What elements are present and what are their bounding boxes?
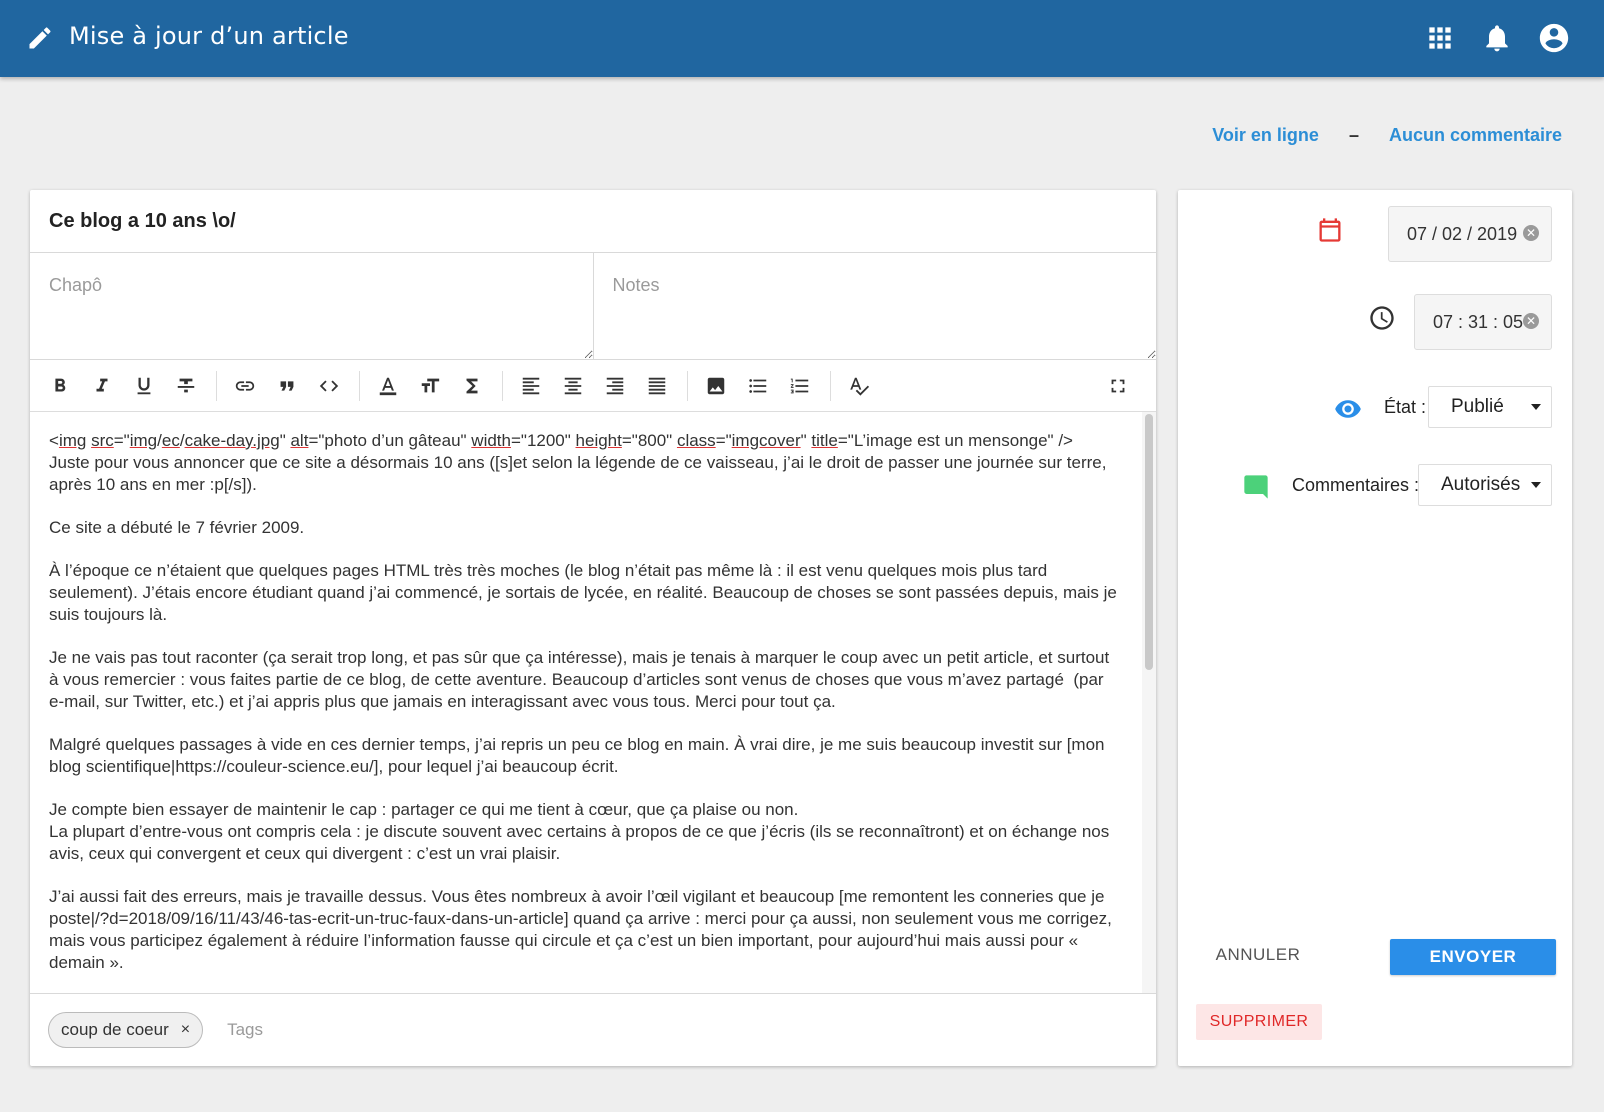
toolbar-separator xyxy=(687,370,688,401)
top-links: Voir en ligne – Aucun commentaire xyxy=(1212,125,1562,146)
comments-link[interactable]: Aucun commentaire xyxy=(1389,125,1562,146)
view-online-link[interactable]: Voir en ligne xyxy=(1212,125,1319,146)
quote-icon xyxy=(280,380,294,391)
text-size-icon xyxy=(421,378,440,392)
italic-button[interactable] xyxy=(84,368,120,404)
strikethrough-button[interactable] xyxy=(168,368,204,404)
publish-panel: 07 / 02 / 2019 ✕ 07 : 31 : 05 ✕ État : P… xyxy=(1178,190,1572,1066)
align-left-icon xyxy=(522,377,540,394)
clear-time-icon[interactable]: ✕ xyxy=(1523,313,1539,329)
font-color-button[interactable] xyxy=(370,368,406,404)
image-icon xyxy=(707,377,725,394)
align-center-icon xyxy=(564,377,582,394)
bold-button[interactable] xyxy=(42,368,78,404)
underline-button[interactable] xyxy=(126,368,162,404)
editor-paragraph: Je compte bien essayer de maintenir le c… xyxy=(49,800,1110,863)
tags-input[interactable] xyxy=(227,1020,528,1040)
align-right-button[interactable] xyxy=(597,368,633,404)
account-circle-icon[interactable] xyxy=(1537,21,1571,55)
editor-paragraph: À l’époque ce n’étaient que quelques pag… xyxy=(49,561,1122,624)
clock-icon xyxy=(1370,306,1394,330)
tags-field: coup de coeur × xyxy=(30,994,1156,1066)
editor-paragraph: Malgré quelques passages à vide en ces d… xyxy=(49,735,1110,776)
delete-button[interactable]: SUPPRIMER xyxy=(1196,1004,1322,1040)
date-value: 07 / 02 / 2019 xyxy=(1407,223,1518,244)
pencil-icon xyxy=(29,27,51,49)
spellcheck-button[interactable] xyxy=(841,368,877,404)
eye-icon xyxy=(1335,400,1361,418)
align-center-button[interactable] xyxy=(555,368,591,404)
toolbar-separator xyxy=(216,370,217,401)
article-body-editor[interactable]: <img src="img/ec/cake-day.jpg" alt="phot… xyxy=(30,412,1156,994)
editor-paragraph: Juste pour vous annoncer que ce site a d… xyxy=(49,453,1112,494)
numbered-list-icon xyxy=(790,378,809,393)
spellcheck-icon xyxy=(850,377,870,396)
editor-paragraph: Ce site a débuté le 7 février 2009. xyxy=(49,518,305,537)
tag-chip: coup de coeur × xyxy=(48,1012,204,1048)
state-select-value: Publié xyxy=(1451,396,1504,417)
editor-content: <img src="img/ec/cake-day.jpg" alt="phot… xyxy=(49,430,1122,993)
link-button[interactable] xyxy=(227,368,263,404)
code-icon xyxy=(319,380,339,391)
numbered-list-button[interactable] xyxy=(782,368,818,404)
cancel-button[interactable]: ANNULER xyxy=(1198,937,1318,973)
meta-row xyxy=(30,253,1156,360)
strikethrough-icon xyxy=(177,378,195,392)
italic-icon xyxy=(96,378,108,391)
bell-icon[interactable] xyxy=(1481,22,1513,54)
bold-icon xyxy=(55,378,66,391)
fullscreen-button[interactable] xyxy=(1100,368,1136,404)
formatting-toolbar xyxy=(30,360,1156,412)
editor-paragraph: Je ne vais pas tout raconter (ça serait … xyxy=(49,648,1114,711)
chevron-down-icon xyxy=(1531,404,1541,410)
comment-icon xyxy=(1244,475,1268,499)
align-justify-button[interactable] xyxy=(639,368,675,404)
align-left-button[interactable] xyxy=(513,368,549,404)
sigma-button[interactable] xyxy=(454,368,490,404)
comments-select[interactable]: Autorisés xyxy=(1418,464,1552,506)
fullscreen-icon xyxy=(1111,379,1125,393)
comments-label: Commentaires : xyxy=(1292,475,1420,495)
tag-chip-label: coup de coeur xyxy=(61,1020,169,1039)
send-button[interactable]: ENVOYER xyxy=(1390,939,1556,975)
clear-date-icon[interactable]: ✕ xyxy=(1523,225,1539,241)
toolbar-separator xyxy=(502,370,503,401)
article-title-input[interactable] xyxy=(30,190,1156,253)
tag-remove-icon[interactable]: × xyxy=(181,1021,190,1039)
toolbar-separator xyxy=(830,370,831,401)
bullet-list-icon xyxy=(749,378,767,393)
quote-button[interactable] xyxy=(269,368,305,404)
link-icon xyxy=(235,380,255,391)
state-select[interactable]: Publié xyxy=(1428,386,1552,428)
calendar-icon xyxy=(1319,218,1341,242)
article-editor-card: <img src="img/ec/cake-day.jpg" alt="phot… xyxy=(30,190,1156,1066)
sigma-icon xyxy=(466,378,478,393)
toolbar-separator xyxy=(359,370,360,401)
text-size-button[interactable] xyxy=(412,368,448,404)
chevron-down-icon xyxy=(1531,482,1541,488)
apps-grid-icon[interactable] xyxy=(1424,22,1456,54)
underline-icon xyxy=(137,377,151,394)
time-field[interactable]: 07 : 31 : 05 ✕ xyxy=(1414,294,1552,350)
editor-scrollbar[interactable] xyxy=(1145,414,1153,670)
editor-paragraph: J’ai aussi fait des erreurs, mais je tra… xyxy=(49,887,1117,972)
font-color-icon xyxy=(379,377,397,395)
date-field[interactable]: 07 / 02 / 2019 ✕ xyxy=(1388,206,1552,262)
time-value: 07 : 31 : 05 xyxy=(1433,311,1524,332)
code-button[interactable] xyxy=(311,368,347,404)
state-label: État : xyxy=(1384,397,1427,417)
editor-line-img: <img src="img/ec/cake-day.jpg" alt="phot… xyxy=(49,431,1112,494)
chapo-textarea[interactable] xyxy=(30,253,593,359)
page-title: Mise à jour d’un article xyxy=(69,22,349,50)
align-justify-icon xyxy=(648,377,666,394)
comments-select-value: Autorisés xyxy=(1441,474,1521,495)
app-bar: Mise à jour d’un article xyxy=(0,0,1604,77)
align-right-icon xyxy=(606,377,624,394)
image-button[interactable] xyxy=(698,368,734,404)
link-separator: – xyxy=(1348,125,1359,145)
bullet-list-button[interactable] xyxy=(740,368,776,404)
notes-textarea[interactable] xyxy=(593,253,1156,359)
